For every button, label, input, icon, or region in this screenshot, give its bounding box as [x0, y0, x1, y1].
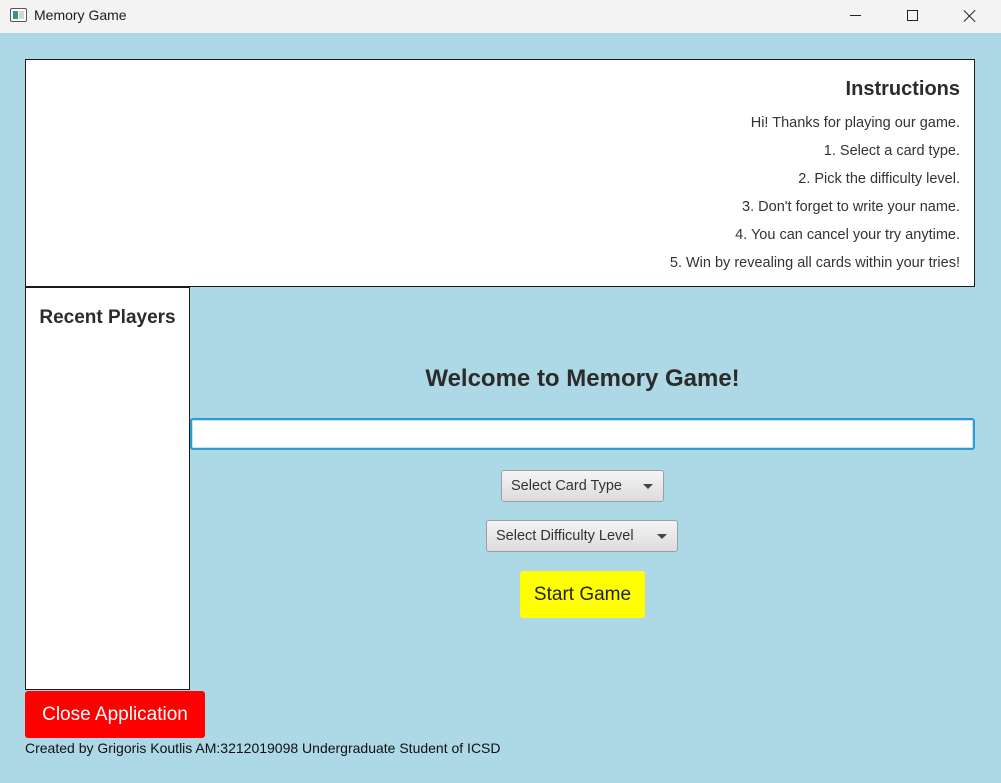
maximize-button[interactable] [883, 0, 941, 31]
difficulty-select[interactable]: Select Difficulty Level [486, 520, 678, 552]
recent-players-panel: Recent Players [25, 287, 190, 690]
app-client-area: Instructions Hi! Thanks for playing our … [0, 33, 1001, 783]
instruction-line: 2. Pick the difficulty level. [798, 171, 960, 187]
dropdown-arrow-icon [657, 534, 667, 539]
app-icon [10, 8, 27, 22]
window-title: Memory Game [34, 7, 127, 23]
dropdown-arrow-icon [643, 484, 653, 489]
difficulty-select-label: Select Difficulty Level [496, 528, 634, 544]
instruction-line: 3. Don't forget to write your name. [742, 199, 960, 215]
instructions-title: Instructions [845, 78, 960, 100]
instruction-line: Hi! Thanks for playing our game. [750, 115, 960, 131]
card-type-select-label: Select Card Type [511, 478, 622, 494]
welcome-heading: Welcome to Memory Game! [425, 365, 740, 392]
maximize-icon [906, 10, 918, 21]
minimize-icon [849, 15, 861, 16]
close-window-button[interactable] [941, 0, 999, 31]
instructions-list: Hi! Thanks for playing our game. 1. Sele… [670, 113, 960, 281]
instruction-line: 4. You can cancel your try anytime. [735, 227, 960, 243]
start-game-button[interactable]: Start Game [520, 571, 645, 618]
recent-players-title: Recent Players [39, 307, 176, 328]
title-bar: Memory Game [0, 0, 1001, 33]
instructions-panel: Instructions Hi! Thanks for playing our … [25, 59, 975, 287]
instruction-line: 5. Win by revealing all cards within you… [669, 255, 960, 271]
close-application-button[interactable]: Close Application [25, 691, 205, 738]
credits-text: Created by Grigoris Koutlis AM:321201909… [25, 740, 501, 756]
player-name-input[interactable] [190, 418, 975, 450]
close-icon [963, 9, 977, 23]
minimize-button[interactable] [826, 0, 884, 31]
card-type-select[interactable]: Select Card Type [501, 470, 664, 502]
instruction-line: 1. Select a card type. [823, 143, 960, 159]
